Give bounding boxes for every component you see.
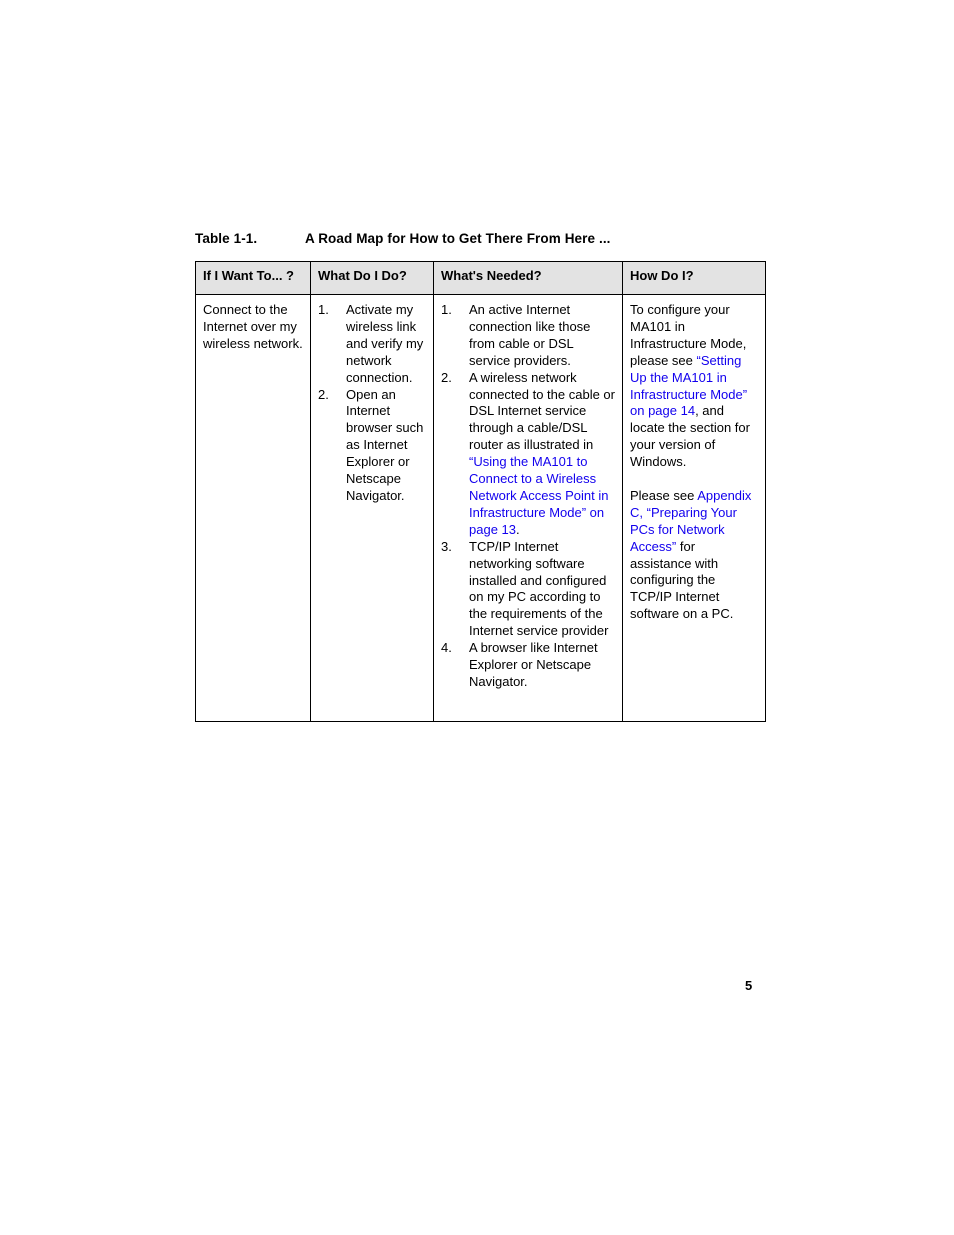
list-item: 2. Open an Internet browser such as Inter… (318, 387, 427, 505)
road-map-table: If I Want To... ? What Do I Do? What's N… (195, 261, 766, 722)
paragraph: Please see Appendix C, “Preparing Your P… (630, 488, 759, 623)
table-caption: Table 1-1. A Road Map for How to Get Ther… (195, 231, 611, 246)
list-item-text: A browser like Internet Explorer or Nets… (469, 640, 598, 689)
body-text: An active Internet connection like those… (469, 302, 591, 368)
table-caption-number: Table 1-1. (195, 231, 258, 246)
body-text: Please see (630, 487, 698, 503)
list-item: 3. TCP/IP Internet networking software in… (441, 539, 616, 640)
body-text: A wireless network connected to the cabl… (469, 369, 615, 453)
cell-what-do-i-do: 1. Activate my wireless link and verify m… (310, 294, 434, 722)
list-item-text: TCP/IP Internet networking software inst… (469, 539, 608, 639)
body-text: A browser like Internet Explorer or Nets… (469, 640, 598, 689)
cell-if-i-want-to: Connect to the Internet over my wireless… (195, 294, 311, 722)
list-item: 1. An active Internet connection like tho… (441, 302, 616, 370)
list-item-number: 1. (318, 302, 329, 317)
column-header-if-i-want-to: If I Want To... ? (195, 261, 311, 295)
paragraph: To configure your MA101 in Infrastructur… (630, 302, 759, 471)
list-item-text: A wireless network connected to the cabl… (469, 370, 615, 537)
paragraph-spacer (630, 471, 759, 488)
column-header-whats-needed: What's Needed? (433, 261, 623, 295)
list-item-number: 4. (441, 640, 452, 656)
page-number: 5 (745, 978, 753, 993)
column-header-how-do-i: How Do I? (622, 261, 766, 295)
table-row: Connect to the Internet over my wireless… (195, 294, 766, 722)
list-item: 4. A browser like Internet Explorer or Ne… (441, 640, 616, 691)
whats-needed-list: 1. An active Internet connection like tho… (441, 302, 616, 691)
body-text: . (516, 521, 520, 537)
list-item-text: Open an Internet browser such as Interne… (346, 386, 424, 503)
list-item-text: An active Internet connection like those… (469, 302, 590, 368)
cell-whats-needed: 1. An active Internet connection like tho… (433, 294, 623, 722)
table-caption-title: A Road Map for How to Get There From Her… (305, 231, 611, 246)
table-header-row: If I Want To... ? What Do I Do? What's N… (195, 261, 766, 295)
list-item-number: 2. (441, 369, 452, 385)
list-item-number: 3. (441, 538, 452, 554)
list-item-number: 2. (318, 386, 329, 402)
body-text: TCP/IP Internet networking software inst… (469, 538, 609, 639)
list-item: 2. A wireless network connected to the ca… (441, 370, 616, 539)
how-do-i-paragraphs: To configure your MA101 in Infrastructur… (630, 302, 759, 623)
list-item-text: Activate my wireless link and verify my … (346, 302, 424, 385)
what-do-i-do-list: 1. Activate my wireless link and verify m… (318, 302, 427, 505)
document-page: Table 1-1. A Road Map for How to Get Ther… (0, 0, 954, 1235)
column-header-what-do-i-do: What Do I Do? (310, 261, 434, 295)
list-item-number: 1. (441, 302, 452, 317)
list-item: 1. Activate my wireless link and verify m… (318, 302, 427, 387)
cell-if-i-want-to-text: Connect to the Internet over my wireless… (203, 302, 303, 351)
cross-reference-link[interactable]: “Using the MA101 to Connect to a Wireles… (469, 454, 608, 537)
cell-how-do-i: To configure your MA101 in Infrastructur… (622, 294, 766, 722)
